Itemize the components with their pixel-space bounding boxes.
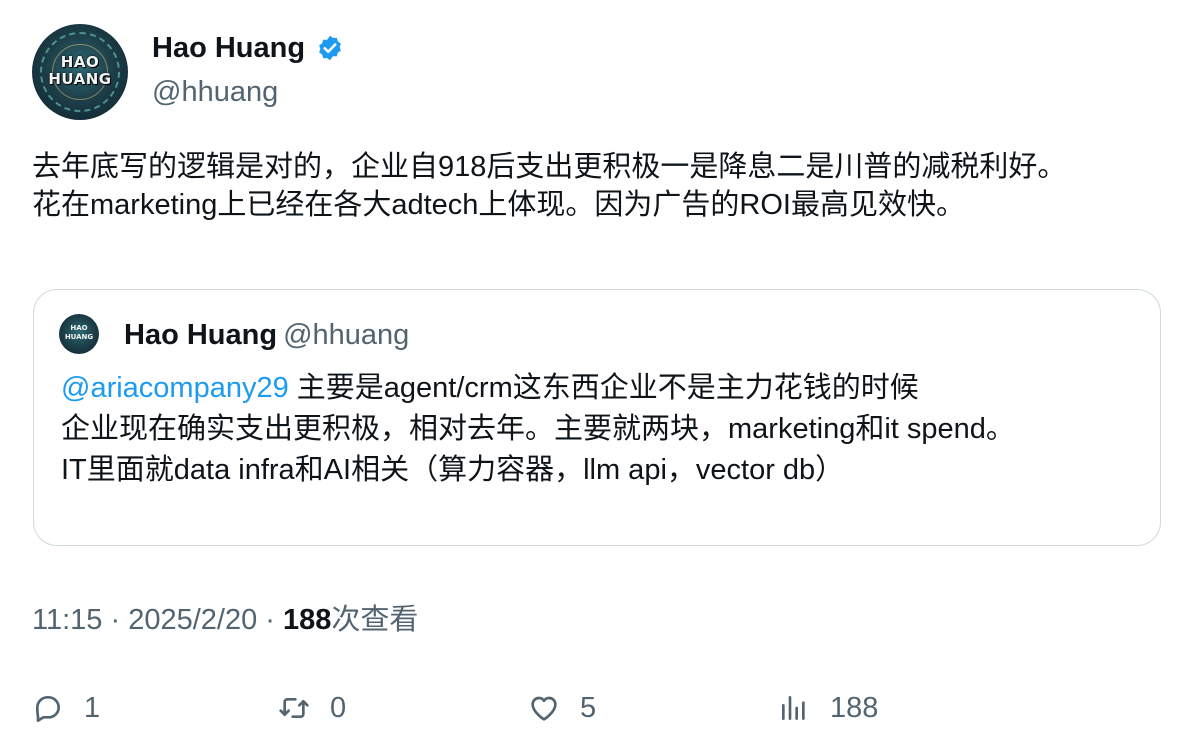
quoted-author-handle: @hhuang — [283, 319, 410, 351]
tweet-text-line: 花在marketing上已经在各大adtech上体现。因为广告的ROI最高见效快… — [32, 189, 965, 221]
quoted-author-avatar: HAO HUANG — [59, 314, 99, 354]
tweet-time[interactable]: 11:15 — [32, 604, 102, 636]
quoted-author-name: Hao Huang — [124, 319, 278, 351]
meta-separator: · — [110, 604, 121, 636]
views-action-count: 188 — [830, 691, 879, 724]
author-display-name[interactable]: Hao Huang — [152, 30, 305, 66]
views-chart-icon — [782, 696, 805, 720]
like-button[interactable]: 5 — [528, 686, 596, 730]
views-label: 次查看 — [331, 604, 419, 636]
retweet-count: 0 — [330, 691, 347, 724]
quoted-text-line: IT里面就data infra和AI相关（算力容器，llm api，vector… — [61, 454, 845, 486]
quoted-author-info: Hao Huang @hhuang — [124, 317, 409, 353]
reply-button[interactable]: 1 — [32, 686, 100, 730]
quoted-tweet-text: @ariacompany29 主要是agent/crm这东西企业不是主力花钱的时… — [61, 368, 1141, 491]
views-button[interactable]: 188 — [778, 686, 878, 730]
author-info: Hao Huang @hhuang — [152, 30, 344, 110]
retweet-button[interactable]: 0 — [278, 686, 346, 730]
tweet-date[interactable]: 2025/2/20 — [128, 604, 257, 636]
quoted-text-line: 企业现在确实支出更积极，相对去年。主要就两块，marketing和it spen… — [61, 413, 1015, 445]
quoted-tweet[interactable]: HAO HUANG Hao Huang @hhuang @ariacompany2… — [33, 289, 1161, 546]
tweet-meta: 11:15 · 2025/2/20 · 188次查看 — [32, 602, 418, 638]
quoted-text-line: @ariacompany29 主要是agent/crm这东西企业不是主力花钱的时… — [61, 368, 1141, 409]
author-handle[interactable]: @hhuang — [152, 74, 344, 110]
reply-icon — [36, 696, 60, 722]
meta-separator: · — [265, 604, 275, 636]
like-count: 5 — [580, 691, 597, 724]
action-bar: 1 0 5 188 — [32, 686, 1162, 730]
views-count: 188 — [283, 604, 332, 636]
avatar-logo-text: HAO HUANG — [48, 53, 112, 88]
reply-count: 1 — [84, 691, 101, 724]
author-avatar[interactable]: HAO HUANG — [32, 24, 128, 120]
quoted-avatar-logo-text: HAO HUANG — [64, 324, 94, 341]
tweet-text: 去年底写的逻辑是对的，企业自918后支出更积极一是降息二是川普的减税利好。 花在… — [32, 148, 1152, 224]
retweet-icon — [279, 698, 309, 718]
heart-icon — [531, 696, 557, 721]
verified-badge-icon — [318, 35, 341, 61]
mention-link[interactable]: @ariacompany29 — [61, 372, 289, 404]
tweet-text-line: 去年底写的逻辑是对的，企业自918后支出更积极一是降息二是川普的减税利好。 — [32, 151, 1067, 183]
quoted-text-segment: 主要是agent/crm这东西企业不是主力花钱的时候 — [288, 372, 919, 404]
